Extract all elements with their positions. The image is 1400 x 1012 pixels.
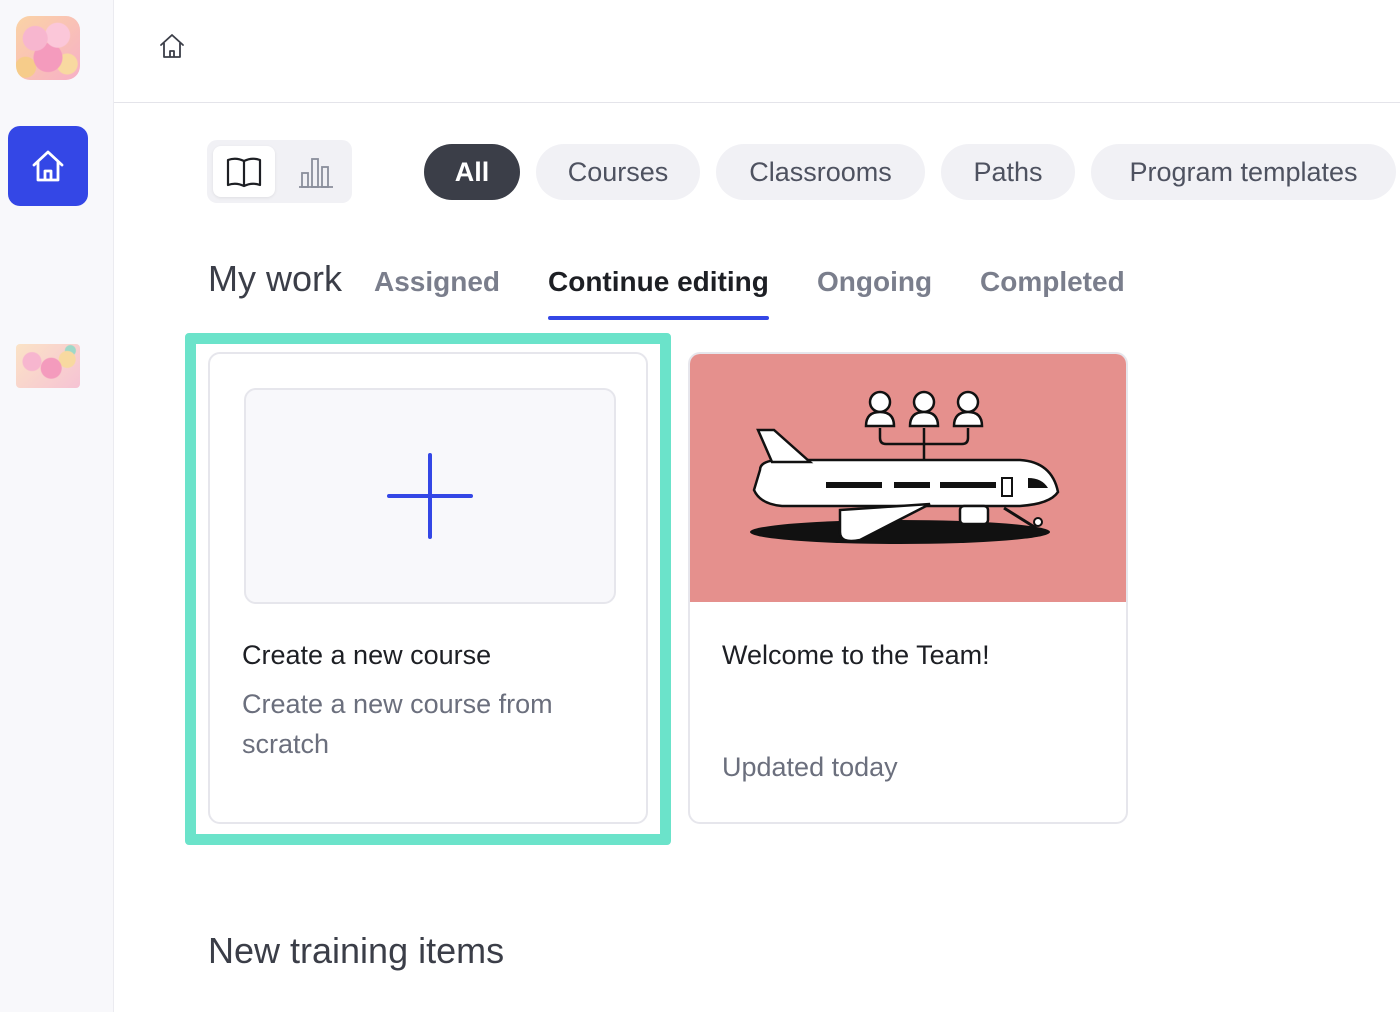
course-card-welcome[interactable]: Welcome to the Team! Updated today [688,352,1128,824]
workspace-avatar[interactable] [16,16,80,80]
filter-chip-all[interactable]: All [424,144,520,200]
filter-chip-courses[interactable]: Courses [536,144,700,200]
view-toggle [207,140,352,203]
highlight-frame [185,333,671,845]
course-title: Welcome to the Team! [722,640,990,670]
filter-chip-paths[interactable]: Paths [941,144,1075,200]
filter-chip-program-templates[interactable]: Program templates [1091,144,1396,200]
course-illustration [690,354,1126,602]
airplane-team-illustration [750,390,1060,544]
tab-completed[interactable]: Completed [980,266,1125,298]
tab-continue-editing[interactable]: Continue editing [548,266,769,298]
sidebar-home-button[interactable] [8,126,88,206]
bar-chart-icon [299,157,333,188]
book-view-button[interactable] [213,146,275,197]
chart-view-button[interactable] [285,146,347,197]
top-bar [114,0,1400,103]
book-icon [226,157,262,187]
home-icon [32,150,64,182]
course-updated-text: Updated today [722,752,898,782]
filter-chip-classrooms[interactable]: Classrooms [716,144,925,200]
home-icon[interactable] [158,32,186,60]
new-training-heading: New training items [208,930,505,971]
tab-ongoing[interactable]: Ongoing [817,266,932,298]
sidebar [0,0,114,1012]
active-tab-indicator [548,316,769,320]
my-work-heading: My work [208,258,342,299]
tab-assigned[interactable]: Assigned [374,266,500,298]
course-thumbnail[interactable] [16,344,80,388]
